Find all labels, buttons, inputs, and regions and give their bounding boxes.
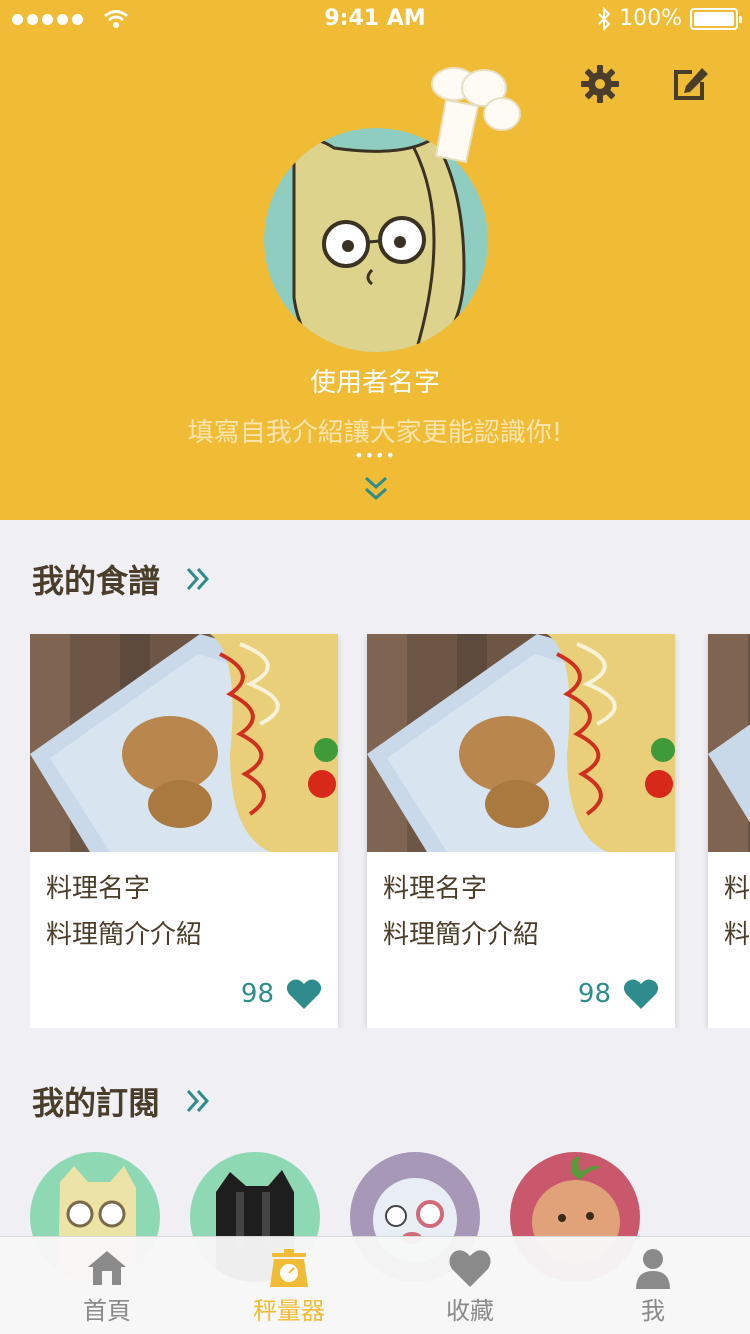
like-count: 98: [577, 979, 611, 1009]
more-dots: ••••: [354, 446, 396, 465]
tab-label: 秤量器: [253, 1297, 325, 1325]
my-recipes-header[interactable]: 我的食譜: [32, 556, 212, 602]
recipe-desc: 料理簡介介紹: [46, 920, 203, 950]
tab-home[interactable]: 首頁: [47, 1247, 167, 1326]
bluetooth-icon: [598, 6, 611, 31]
battery-percent: 100%: [619, 6, 682, 31]
tab-label: 我: [641, 1297, 665, 1325]
recipe-card[interactable]: 料 料: [708, 634, 750, 1028]
like-count: 98: [240, 979, 274, 1009]
chevron-double-down-icon[interactable]: [362, 474, 390, 504]
home-icon: [88, 1251, 126, 1285]
heart-icon: [449, 1250, 491, 1287]
recipe-photo: [708, 634, 750, 852]
recipe-name: 料理名字: [383, 874, 488, 904]
tab-me[interactable]: 我: [593, 1247, 713, 1326]
gear-icon[interactable]: [578, 62, 622, 106]
edit-icon[interactable]: [668, 62, 712, 106]
tab-bar: 首頁 秤量器 收藏 我: [0, 1236, 750, 1334]
recipe-name: 料: [724, 874, 750, 904]
tab-label: 收藏: [446, 1297, 494, 1325]
like-counter[interactable]: 98: [578, 978, 659, 1010]
recipe-desc: 料: [724, 920, 750, 950]
tab-favorites[interactable]: 收藏: [410, 1247, 530, 1326]
recipe-card[interactable]: 料理名字 料理簡介介紹 98: [30, 634, 338, 1028]
heart-icon[interactable]: [623, 978, 659, 1010]
profile-header: 使用者名字 填寫自我介紹讓大家更能認識你! ••••: [0, 0, 750, 520]
tab-label: 首頁: [83, 1297, 131, 1325]
recipe-carousel[interactable]: 料理名字 料理簡介介紹 98 料理名字 料理簡介介紹 98 料 料: [30, 634, 750, 1028]
recipe-photo: [367, 634, 675, 852]
tab-scale[interactable]: 秤量器: [229, 1247, 349, 1326]
recipe-desc: 料理簡介介紹: [383, 920, 540, 950]
battery-icon: [690, 7, 742, 30]
my-recipes-title: 我的食譜: [32, 562, 161, 600]
my-subscriptions-title: 我的訂閱: [32, 1084, 161, 1122]
bio-text[interactable]: 填寫自我介紹讓大家更能認識你!: [0, 412, 750, 449]
username: 使用者名字: [309, 368, 440, 398]
recipe-card[interactable]: 料理名字 料理簡介介紹 98: [367, 634, 675, 1028]
like-counter[interactable]: 98: [241, 978, 322, 1010]
recipe-name: 料理名字: [46, 874, 151, 904]
chef-hat-icon: [431, 67, 521, 164]
heart-icon[interactable]: [286, 978, 322, 1010]
scale-icon: [270, 1249, 308, 1287]
chevron-double-right-icon[interactable]: [184, 1086, 212, 1116]
my-subscriptions-header[interactable]: 我的訂閱: [32, 1078, 212, 1124]
chevron-double-right-icon[interactable]: [184, 564, 212, 594]
user-icon: [636, 1249, 670, 1289]
recipe-photo: [30, 634, 338, 852]
status-bar: 9:41 AM 100%: [0, 0, 750, 40]
